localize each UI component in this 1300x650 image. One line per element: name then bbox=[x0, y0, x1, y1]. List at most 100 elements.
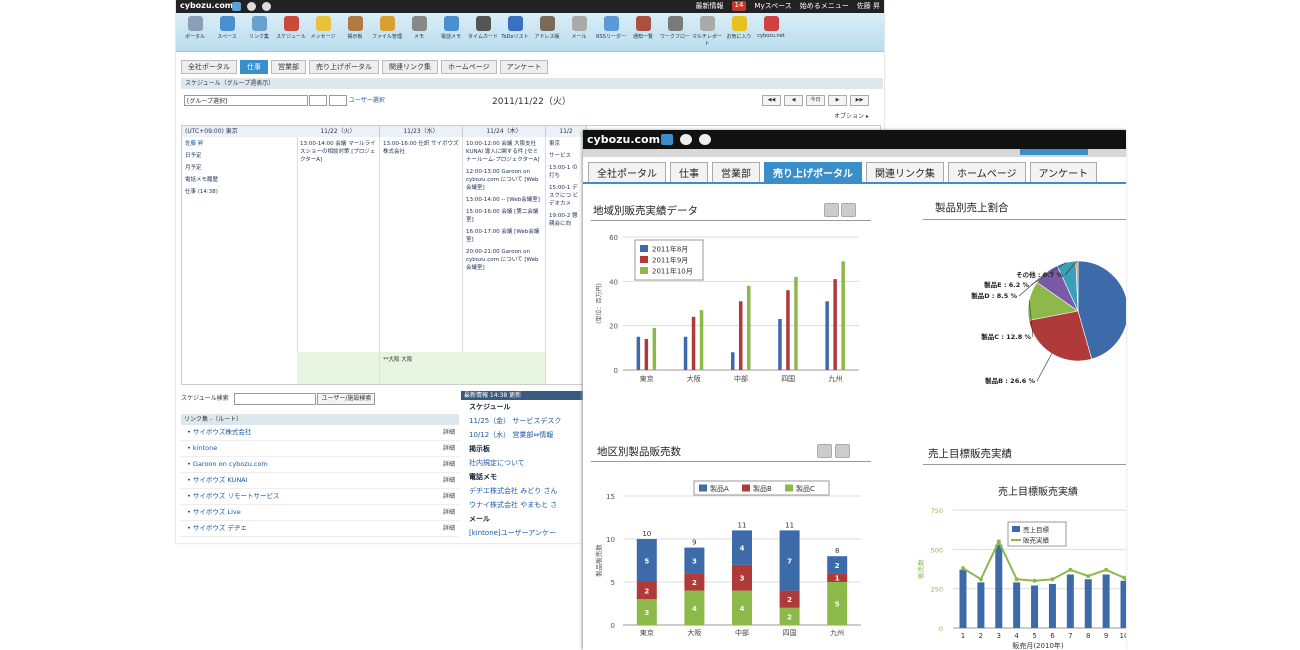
option-link[interactable]: オプション ▸ bbox=[834, 111, 869, 120]
user-column-item[interactable]: 日予定 bbox=[185, 152, 294, 160]
back-tab[interactable]: ホームページ bbox=[441, 60, 497, 74]
app-item[interactable]: アドレス帳 bbox=[532, 16, 562, 40]
user-column-item[interactable]: 電話メモ履歴 bbox=[185, 176, 294, 184]
schedule-event[interactable]: 20:00-21:00 Garoon on cybozu.com について [W… bbox=[466, 248, 542, 272]
schedule-event[interactable]: 15:00-1 デスクにつ ビデオカメ bbox=[549, 184, 583, 208]
bar bbox=[1120, 580, 1126, 628]
front-tab[interactable]: 仕事 bbox=[670, 162, 708, 183]
all-day-event[interactable]: **大阪 大阪 bbox=[380, 352, 545, 384]
user-select-link[interactable]: ユーザー選択 bbox=[349, 97, 385, 104]
cup-icon[interactable] bbox=[699, 134, 711, 145]
app-item[interactable]: ワークフロー bbox=[660, 16, 690, 40]
link-detail-button[interactable]: 詳細 bbox=[443, 473, 455, 488]
link-detail-button[interactable]: 詳細 bbox=[443, 425, 455, 440]
date-nav-button[interactable]: ◀ bbox=[784, 95, 803, 106]
settings-icon[interactable] bbox=[247, 2, 256, 11]
link-detail-button[interactable]: 詳細 bbox=[443, 489, 455, 504]
app-item[interactable]: RSSリーダー bbox=[596, 16, 626, 40]
date-nav-button[interactable]: 今日 bbox=[806, 95, 825, 106]
cup-icon[interactable] bbox=[262, 2, 271, 11]
back-tab[interactable]: 売り上げポータル bbox=[309, 60, 379, 74]
app-item[interactable]: ToDoリスト bbox=[500, 16, 530, 40]
day-header[interactable]: 11/23（水） bbox=[380, 126, 463, 137]
app-item[interactable]: メッセージ bbox=[308, 16, 338, 40]
front-tab[interactable]: アンケート bbox=[1029, 162, 1098, 183]
day-header[interactable]: 11/24（木） bbox=[463, 126, 546, 137]
schedule-event[interactable]: サービス bbox=[549, 152, 583, 160]
date-nav-button[interactable]: ▶▶ bbox=[850, 95, 869, 106]
app-item[interactable]: cybozu.net bbox=[756, 16, 786, 39]
schedule-event[interactable]: 19:00-2 懇親会に向 bbox=[549, 212, 583, 228]
schedule-event[interactable]: 13:00-14:00 -- [Web会議室] bbox=[466, 196, 542, 204]
link-item[interactable]: サイボウズ KUNAI bbox=[193, 476, 248, 484]
app-label: アドレス帳 bbox=[534, 34, 560, 40]
app-item[interactable]: スペース bbox=[212, 16, 242, 40]
app-item[interactable]: 掲示板 bbox=[340, 16, 370, 40]
schedule-event[interactable]: 16:00-17:00 会議 [Web会議室] bbox=[466, 228, 542, 244]
app-item[interactable]: 通知一覧 bbox=[628, 16, 658, 40]
day-header[interactable]: 11/22（火） bbox=[297, 126, 380, 137]
front-tab[interactable]: ホームページ bbox=[948, 162, 1026, 183]
schedule-event[interactable]: 東京 bbox=[549, 140, 583, 148]
link-detail-button[interactable]: 詳細 bbox=[443, 457, 455, 472]
link-item[interactable]: kintone bbox=[193, 444, 217, 452]
back-tab[interactable]: 仕事 bbox=[240, 60, 268, 74]
app-item[interactable]: 電話メモ bbox=[436, 16, 466, 40]
schedule-event[interactable]: 13:00-14:00 会議 マールライスショーの相談対策 [プロジェクターA] bbox=[300, 140, 376, 164]
schedule-search-input[interactable] bbox=[233, 392, 316, 405]
link-item[interactable]: サイボウズ リモートサービス bbox=[193, 492, 280, 500]
link-detail-button[interactable]: 詳細 bbox=[443, 521, 455, 536]
front-tab[interactable]: 全社ポータル bbox=[588, 162, 666, 183]
app-item[interactable]: ポータル bbox=[180, 16, 210, 40]
settings-icon[interactable] bbox=[680, 134, 692, 145]
user-column-item[interactable]: 仕事 (14:38) bbox=[185, 188, 294, 196]
link-item[interactable]: Garoon on cybozu.com bbox=[193, 460, 268, 468]
user-dropdown[interactable] bbox=[309, 95, 327, 106]
portal-icon[interactable] bbox=[232, 2, 241, 11]
day-header[interactable]: 11/2 bbox=[546, 126, 587, 137]
print-icon[interactable] bbox=[824, 203, 839, 217]
user-column-item[interactable]: 月予定 bbox=[185, 164, 294, 172]
group-select[interactable]: [グループ選択] bbox=[184, 95, 308, 106]
topbar-menu-item[interactable]: Myスペース bbox=[754, 1, 791, 11]
date-nav: ◀◀ ◀ 今日 ▶ ▶▶ bbox=[762, 95, 869, 106]
topbar-menu-item[interactable]: 最新情報 bbox=[696, 1, 724, 11]
portal-icon[interactable] bbox=[661, 134, 673, 145]
schedule-event[interactable]: 13:00-16:00 仕訳 サイボウズ株式会社 bbox=[383, 140, 459, 156]
link-item[interactable]: サイボウズ デヂエ bbox=[193, 524, 247, 532]
back-tab[interactable]: 全社ポータル bbox=[181, 60, 237, 74]
schedule-event[interactable]: 12:00-13:00 Garoon on cybozu.com について [W… bbox=[466, 168, 542, 192]
app-item[interactable]: スケジュール bbox=[276, 16, 306, 40]
link-detail-button[interactable]: 詳細 bbox=[443, 441, 455, 456]
app-item[interactable]: リンク集 bbox=[244, 16, 274, 40]
schedule-event[interactable]: 10:00-12:00 会議 大阪支社KUNAI 導入に関する件 [セミナールー… bbox=[466, 140, 542, 164]
date-nav-button[interactable]: ◀◀ bbox=[762, 95, 781, 106]
link-item[interactable]: サイボウズ株式会社 bbox=[193, 428, 252, 436]
back-tab[interactable]: アンケート bbox=[499, 60, 549, 74]
topbar-menu-item[interactable]: 始めるメニュー bbox=[800, 1, 849, 11]
front-tab[interactable]: 売り上げポータル bbox=[764, 162, 862, 183]
back-tab[interactable]: 営業部 bbox=[271, 60, 306, 74]
front-tab[interactable]: 営業部 bbox=[712, 162, 760, 183]
back-tab[interactable]: 関連リンク集 bbox=[382, 60, 438, 74]
schedule-event[interactable]: 15:00-16:00 会議 [第二会議室] bbox=[466, 208, 542, 224]
app-item[interactable]: メモ bbox=[404, 16, 434, 40]
topbar-menu-item[interactable]: 佐藤 昇 bbox=[857, 1, 880, 11]
list-dropdown[interactable] bbox=[328, 95, 347, 106]
app-item[interactable]: ファイル管理 bbox=[372, 16, 402, 40]
app-item[interactable]: メール bbox=[564, 16, 594, 40]
user-search-button[interactable]: ユーザー/施設検索 bbox=[317, 392, 376, 405]
print-icon[interactable] bbox=[817, 444, 832, 458]
user-column-item[interactable]: 佐藤 昇 bbox=[185, 140, 294, 148]
date-nav-button[interactable]: ▶ bbox=[828, 95, 847, 106]
app-item[interactable]: お気に入り bbox=[724, 16, 754, 40]
menu-toggle[interactable] bbox=[1020, 149, 1088, 155]
schedule-event[interactable]: 13:00-1 の打ち bbox=[549, 164, 583, 180]
app-item[interactable]: マルチレポート bbox=[692, 16, 722, 47]
app-item[interactable]: タイムカード bbox=[468, 16, 498, 40]
link-detail-button[interactable]: 詳細 bbox=[443, 505, 455, 520]
download-icon[interactable] bbox=[841, 203, 856, 217]
front-tab[interactable]: 関連リンク集 bbox=[866, 162, 944, 183]
link-item[interactable]: サイボウズ Live bbox=[193, 508, 241, 516]
download-icon[interactable] bbox=[835, 444, 850, 458]
